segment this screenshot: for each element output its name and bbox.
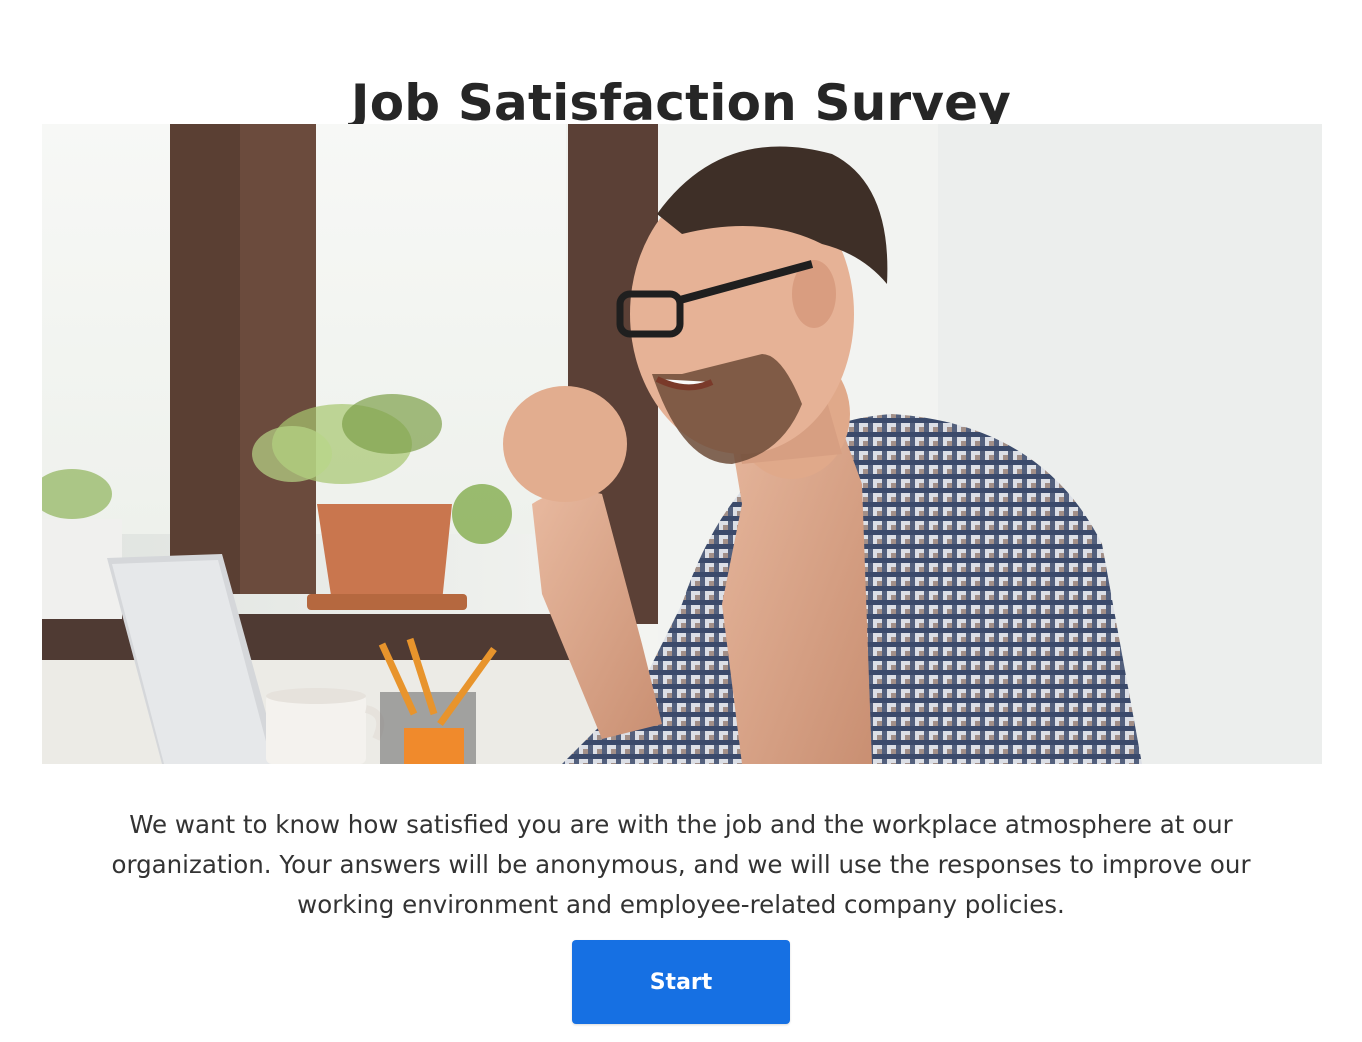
hero-image bbox=[42, 124, 1322, 764]
start-button[interactable]: Start bbox=[572, 940, 790, 1024]
survey-description: We want to know how satisfied you are wi… bbox=[111, 809, 1251, 919]
